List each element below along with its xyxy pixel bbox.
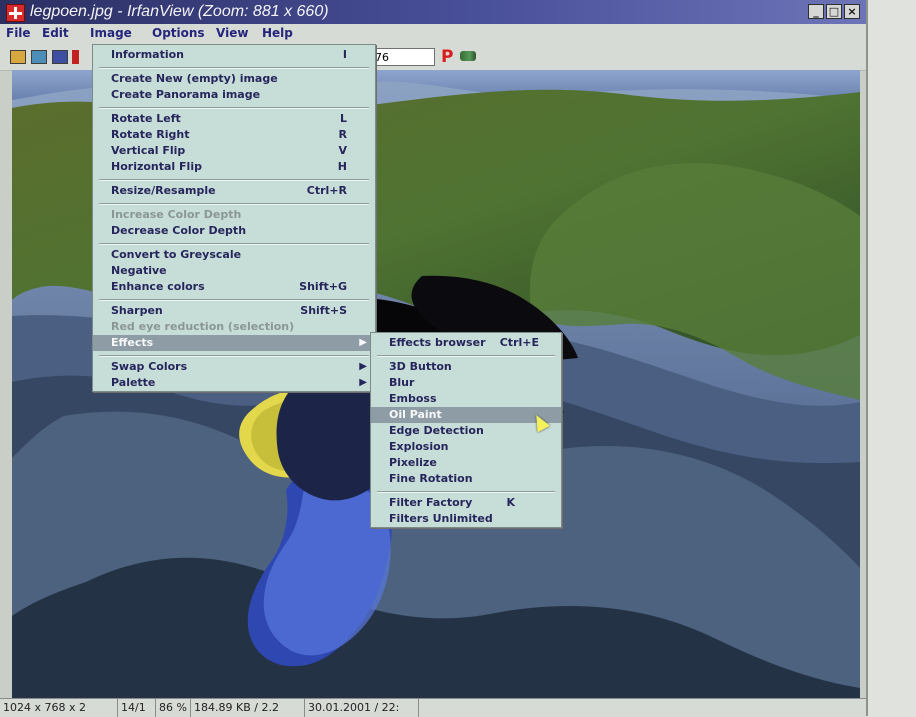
- menu-increase-color-depth: Increase Color Depth: [111, 208, 242, 221]
- effects-edge-detection-item[interactable]: Edge Detection: [371, 423, 561, 439]
- menu-edit[interactable]: Edit: [42, 26, 69, 40]
- effects-pixelize-item[interactable]: Pixelize: [371, 455, 561, 471]
- menu-swap-colors[interactable]: Swap Colors ▶: [93, 359, 375, 375]
- menu-palette[interactable]: Palette ▶: [93, 375, 375, 391]
- submenu-arrow-icon: ▶: [359, 337, 367, 348]
- menu-separator: [99, 243, 369, 245]
- menu-effects[interactable]: Effects ▶: [93, 335, 375, 351]
- save-icon[interactable]: [52, 50, 68, 64]
- effects-browser-item[interactable]: Effects browser Ctrl+E: [371, 335, 561, 351]
- menu-create-panorama-image[interactable]: Create Panorama image: [93, 87, 375, 103]
- menu-vertical-flip[interactable]: Vertical Flip V: [93, 143, 375, 159]
- effects-blur-item[interactable]: Blur: [371, 375, 561, 391]
- menu-bar: File Edit Image Options View Help: [0, 24, 866, 45]
- title-bar: legpoen.jpg - IrfanView (Zoom: 881 x 660…: [0, 0, 866, 24]
- submenu-arrow-icon: ▶: [359, 377, 367, 388]
- menu-negative[interactable]: Negative: [93, 263, 375, 279]
- menu-resize-resample[interactable]: Resize/Resample Ctrl+R: [93, 183, 375, 199]
- close-button[interactable]: ×: [844, 4, 860, 19]
- menu-separator: [377, 491, 555, 493]
- menu-horizontal-flip[interactable]: Horizontal Flip H: [93, 159, 375, 175]
- effects-submenu: Effects browser Ctrl+E 3D Button Blur Emb…: [370, 332, 562, 528]
- effects-filter-factory-item[interactable]: Filter Factory K: [371, 495, 561, 511]
- zoom-field[interactable]: 76: [372, 48, 435, 66]
- menu-separator: [99, 299, 369, 301]
- menu-rotate-right[interactable]: Rotate Right R: [93, 127, 375, 143]
- menu-file[interactable]: File: [6, 26, 31, 40]
- menu-information[interactable]: Information I: [93, 47, 375, 63]
- menu-decrease-color-depth[interactable]: Decrease Color Depth: [93, 223, 375, 239]
- status-image-size: 1024 x 768 x 2: [0, 699, 118, 717]
- menu-separator: [377, 355, 555, 357]
- menu-separator: [99, 67, 369, 69]
- menu-view[interactable]: View: [216, 26, 248, 40]
- effects-fine-rotation-item[interactable]: Fine Rotation: [371, 471, 561, 487]
- status-date-time: 30.01.2001 / 22:: [305, 699, 419, 717]
- menu-enhance-colors[interactable]: Enhance colors Shift+G: [93, 279, 375, 295]
- menu-separator: [99, 355, 369, 357]
- app-icon: [6, 4, 25, 22]
- window-controls: _ □ ×: [808, 4, 860, 19]
- menu-separator: [99, 179, 369, 181]
- menu-separator: [99, 107, 369, 109]
- submenu-arrow-icon: ▶: [359, 361, 367, 372]
- plugin-icon[interactable]: [460, 51, 476, 61]
- effects-emboss-item[interactable]: Emboss: [371, 391, 561, 407]
- effects-filters-unlimited-item[interactable]: Filters Unlimited: [371, 511, 561, 527]
- status-zoom-percent: 86 %: [156, 699, 191, 717]
- menu-sharpen[interactable]: Sharpen Shift+S: [93, 303, 375, 319]
- maximize-button[interactable]: □: [826, 4, 842, 19]
- status-bar: 1024 x 768 x 2 14/1 86 % 184.89 KB / 2.2…: [0, 698, 866, 717]
- effects-explosion-item[interactable]: Explosion: [371, 439, 561, 455]
- paint-icon[interactable]: P: [441, 47, 453, 67]
- image-menu: Information I Create New (empty) image Cr…: [92, 44, 376, 392]
- menu-help[interactable]: Help: [262, 26, 293, 40]
- status-file-size: 184.89 KB / 2.2: [191, 699, 305, 717]
- open-folder-icon[interactable]: [10, 50, 26, 64]
- menu-image[interactable]: Image: [90, 26, 132, 40]
- effects-3d-button-item[interactable]: 3D Button: [371, 359, 561, 375]
- thumbnail-icon[interactable]: [31, 50, 47, 64]
- menu-red-eye-reduction: Red eye reduction (selection): [111, 320, 295, 333]
- delete-icon[interactable]: [72, 50, 79, 64]
- menu-create-new-image[interactable]: Create New (empty) image: [93, 71, 375, 87]
- menu-convert-greyscale[interactable]: Convert to Greyscale: [93, 247, 375, 263]
- minimize-button[interactable]: _: [808, 4, 824, 19]
- menu-options[interactable]: Options: [152, 26, 205, 40]
- menu-separator: [99, 203, 369, 205]
- menu-rotate-left[interactable]: Rotate Left L: [93, 111, 375, 127]
- status-page-info: 14/1: [118, 699, 156, 717]
- window-title: legpoen.jpg - IrfanView (Zoom: 881 x 660…: [30, 3, 329, 20]
